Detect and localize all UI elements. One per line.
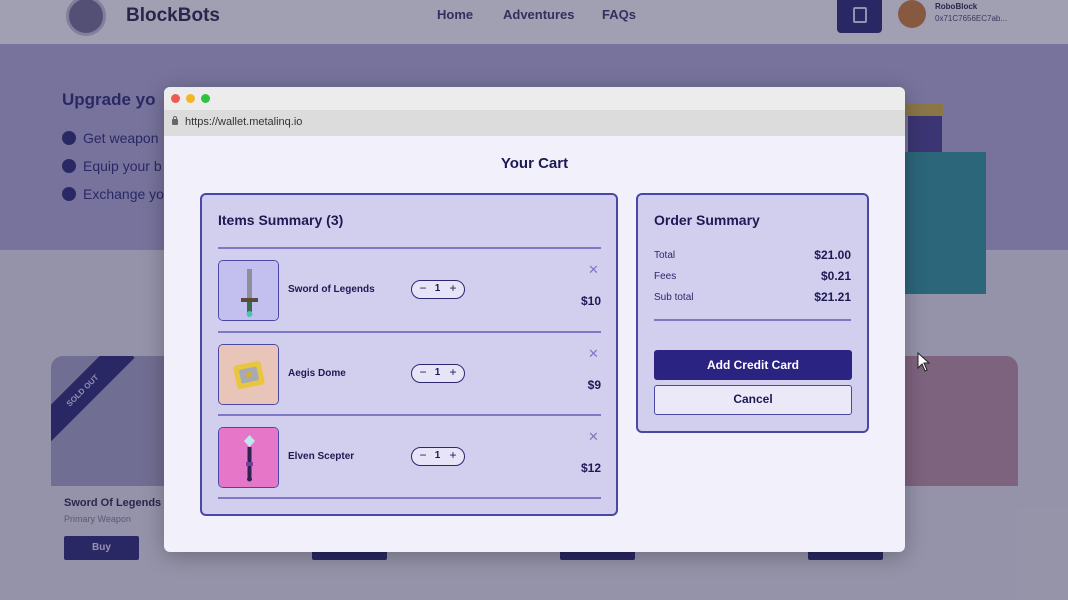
increase-quantity-button[interactable]: + bbox=[445, 448, 461, 464]
minimize-window-button[interactable] bbox=[186, 94, 195, 103]
item-price: $10 bbox=[580, 294, 601, 308]
scepter-thumbnail[interactable] bbox=[218, 427, 279, 488]
item-price: $12 bbox=[580, 461, 601, 475]
wallet-window: https://wallet.metalinq.io Your Cart Ite… bbox=[164, 87, 905, 552]
summary-label: Fees bbox=[654, 271, 677, 282]
quantity-stepper: − 1 + bbox=[411, 280, 465, 299]
summary-value: $21.21 bbox=[814, 290, 851, 304]
summary-row-subtotal: Sub total $21.21 bbox=[654, 290, 851, 306]
shield-thumbnail[interactable] bbox=[218, 344, 279, 405]
quantity-stepper: − 1 + bbox=[411, 364, 465, 383]
url-text[interactable]: https://wallet.metalinq.io bbox=[185, 116, 302, 128]
remove-item-icon[interactable]: ✕ bbox=[588, 262, 599, 278]
cart-item-sword-of-legends: Sword of Legends − 1 + ✕ $10 bbox=[218, 249, 601, 331]
item-name: Sword of Legends bbox=[288, 284, 375, 295]
shield-icon bbox=[219, 345, 278, 404]
mouse-cursor-icon bbox=[917, 352, 931, 372]
item-price: $9 bbox=[587, 378, 601, 392]
items-summary-panel: Items Summary (3) Sword of Legends − 1 +… bbox=[200, 193, 618, 516]
summary-label: Sub total bbox=[654, 292, 694, 303]
quantity-value: 1 bbox=[434, 450, 441, 461]
summary-value: $21.00 bbox=[814, 248, 851, 262]
increase-quantity-button[interactable]: + bbox=[445, 281, 461, 297]
items-summary-title: Items Summary (3) bbox=[218, 212, 344, 228]
item-name: Aegis Dome bbox=[288, 368, 346, 379]
summary-value: $0.21 bbox=[820, 269, 851, 283]
quantity-stepper: − 1 + bbox=[411, 447, 465, 466]
quantity-value: 1 bbox=[434, 367, 441, 378]
summary-row-fees: Fees $0.21 bbox=[654, 269, 851, 285]
cancel-button[interactable]: Cancel bbox=[654, 385, 852, 415]
address-bar[interactable]: https://wallet.metalinq.io bbox=[164, 110, 905, 136]
order-summary-title: Order Summary bbox=[654, 212, 760, 228]
divider bbox=[218, 497, 601, 499]
close-window-button[interactable] bbox=[171, 94, 180, 103]
summary-row-total: Total $21.00 bbox=[654, 248, 851, 264]
window-titlebar bbox=[164, 87, 905, 110]
divider bbox=[654, 319, 851, 321]
order-summary-panel: Order Summary Total $21.00 Fees $0.21 Su… bbox=[636, 193, 869, 433]
item-name: Elven Scepter bbox=[288, 451, 355, 462]
add-credit-card-button[interactable]: Add Credit Card bbox=[654, 350, 852, 380]
scepter-icon bbox=[219, 428, 278, 487]
lock-icon bbox=[172, 116, 178, 125]
sword-thumbnail[interactable] bbox=[218, 260, 279, 321]
cart-item-aegis-dome: Aegis Dome − 1 + ✕ $9 bbox=[218, 333, 601, 415]
sword-icon bbox=[219, 261, 278, 320]
page-title: Your Cart bbox=[500, 155, 569, 172]
quantity-value: 1 bbox=[434, 283, 441, 294]
increase-quantity-button[interactable]: + bbox=[445, 365, 461, 381]
maximize-window-button[interactable] bbox=[201, 94, 210, 103]
remove-item-icon[interactable]: ✕ bbox=[588, 429, 599, 445]
remove-item-icon[interactable]: ✕ bbox=[588, 346, 599, 362]
summary-label: Total bbox=[654, 250, 676, 261]
cart-item-elven-scepter: Elven Scepter − 1 + ✕ $12 bbox=[218, 416, 601, 498]
